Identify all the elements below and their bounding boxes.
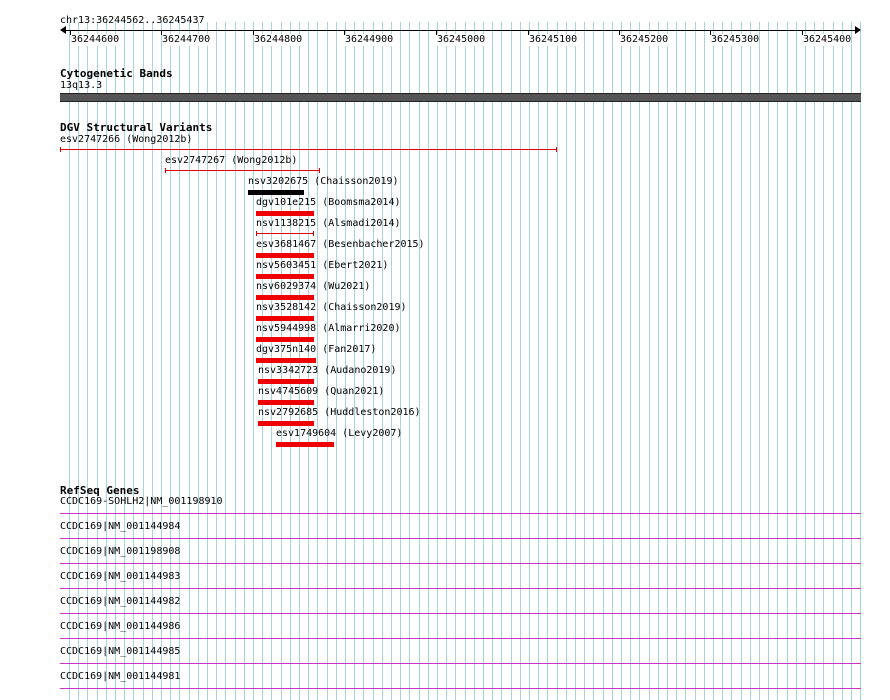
variant-span-line [256,233,314,234]
variant-feature[interactable] [256,274,314,279]
ruler-tick-label: 36245100 [529,34,578,46]
variant-label: nsv3342723 (Audano2019) [258,365,397,376]
variant-label: esv1749604 (Levy2007) [276,428,403,439]
variant-label: dgv375n140 (Fan2017) [256,344,377,355]
track-title-cytobands: Cytogenetic Bands [60,67,173,80]
variant-feature[interactable] [256,231,314,236]
ruler-tick-label: 36244700 [162,34,211,46]
variant-start-cap [256,231,257,236]
gene-label: CCDC169-SOHLH2|NM_001198910 [60,496,223,507]
ruler-tick-label: 36245200 [620,34,669,46]
variant-span-line [60,149,557,150]
gene-transcript-line[interactable] [60,563,861,564]
variant-label: nsv5944998 (Almarri2020) [256,323,401,334]
cytoband-label: 13q13.3 [60,80,103,91]
gene-label: CCDC169|NM_001144986 [60,621,181,632]
variant-feature[interactable] [165,168,320,173]
gene-label: CCDC169|NM_001144982 [60,596,181,607]
cytoband-bar[interactable] [60,93,861,102]
variant-span-line [165,170,320,171]
variant-label: nsv1138215 (Alsmadi2014) [256,218,401,229]
variant-feature[interactable] [256,316,314,321]
variant-feature[interactable] [276,442,334,447]
variant-feature[interactable] [248,190,304,195]
variant-label: nsv3528142 (Chaisson2019) [256,302,407,313]
scroll-right-arrow-icon[interactable] [855,26,861,34]
variant-label: esv2747267 (Wong2012b) [165,155,298,166]
variant-feature[interactable] [256,295,314,300]
variant-label: esv3681467 (Besenbacher2015) [256,239,425,250]
gene-transcript-line[interactable] [60,538,861,539]
vertical-grid [69,22,861,700]
variant-end-cap [556,147,557,152]
ruler-tick-label: 36245300 [711,34,760,46]
gene-transcript-line[interactable] [60,613,861,614]
scroll-left-arrow-icon[interactable] [60,26,66,34]
gene-label: CCDC169|NM_001144985 [60,646,181,657]
variant-label: esv2747266 (Wong2012b) [60,134,193,145]
variant-label: nsv4745609 (Quan2021) [258,386,385,397]
variant-label: dgv101e215 (Boomsma2014) [256,197,401,208]
gene-label: CCDC169|NM_001144983 [60,571,181,582]
track-title-dgv: DGV Structural Variants [60,121,213,134]
variant-label: nsv5603451 (Ebert2021) [256,260,389,271]
variant-feature[interactable] [256,253,314,258]
ruler-tick-label: 36244900 [345,34,394,46]
location-label: chr13:36244562..36245437 [60,15,205,26]
ruler-axis [61,30,860,31]
gene-label: CCDC169|NM_001198908 [60,546,181,557]
variant-start-cap [165,168,166,173]
variant-end-cap [319,168,320,173]
variant-feature[interactable] [256,211,314,216]
ruler-tick-label: 36245000 [437,34,486,46]
gene-label: CCDC169|NM_001144984 [60,521,181,532]
ruler-tick-label: 36245400 [803,34,852,46]
ruler-tick-label: 36244600 [71,34,120,46]
variant-feature[interactable] [258,379,314,384]
gene-transcript-line[interactable] [60,638,861,639]
variant-label: nsv3202675 (Chaisson2019) [248,176,399,187]
gene-transcript-line[interactable] [60,588,861,589]
variant-start-cap [60,147,61,152]
variant-label: nsv2792685 (Huddleston2016) [258,407,421,418]
variant-feature[interactable] [256,337,314,342]
variant-feature[interactable] [60,147,557,152]
variant-feature[interactable] [258,421,314,426]
variant-end-cap [313,231,314,236]
gene-label: CCDC169|NM_001144981 [60,671,181,682]
gene-transcript-line[interactable] [60,688,861,689]
gene-transcript-line[interactable] [60,663,861,664]
variant-feature[interactable] [258,400,314,405]
variant-feature[interactable] [256,358,316,363]
genome-browser-view: chr13:36244562..36245437 36244600 3624470… [0,0,890,700]
variant-label: nsv6029374 (Wu2021) [256,281,371,292]
ruler-tick-label: 36244800 [254,34,303,46]
gene-transcript-line[interactable] [60,513,861,514]
